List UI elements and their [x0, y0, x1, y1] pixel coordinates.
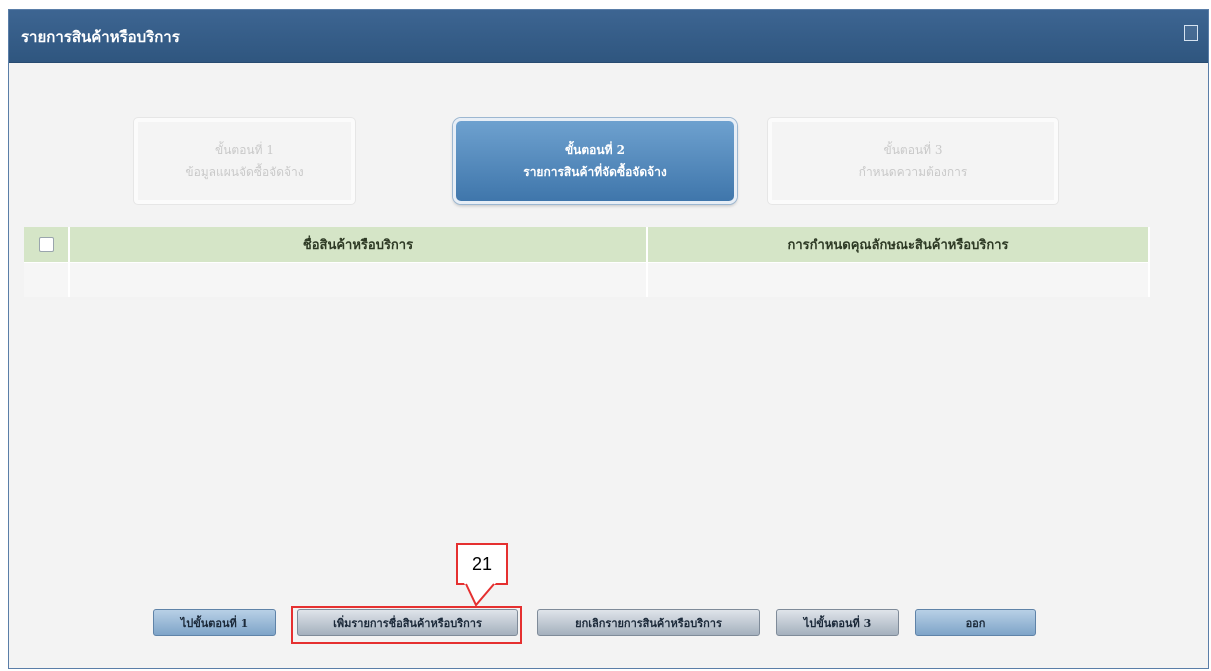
cancel-item-button[interactable]: ยกเลิกรายการสินค้าหรือบริการ — [537, 609, 760, 636]
step-2-tab[interactable]: ขั้นตอนที่ 2 รายการสินค้าที่จัดซื้อจัดจ้… — [453, 118, 737, 204]
add-item-button[interactable]: เพิ่มรายการชื่อสินค้าหรือบริการ — [297, 609, 518, 636]
table-header-row: ชื่อสินค้าหรือบริการ การกำหนดคุณลักษณะสิ… — [24, 227, 1150, 263]
go-step1-button[interactable]: ไปขั้นตอนที่ 1 — [153, 609, 276, 636]
items-table: ชื่อสินค้าหรือบริการ การกำหนดคุณลักษณะสิ… — [24, 227, 1150, 297]
step-1-subtitle: ข้อมูลแผนจัดซื้อจัดจ้าง — [185, 164, 304, 179]
dialog-window: รายการสินค้าหรือบริการ — [8, 9, 1209, 669]
table-cell — [69, 262, 648, 297]
maximize-icon[interactable] — [1184, 25, 1198, 41]
step-2-title: ขั้นตอนที่ 2 — [564, 142, 626, 157]
table-cell — [24, 262, 70, 297]
step-2-subtitle: รายการสินค้าที่จัดซื้อจัดจ้าง — [523, 164, 667, 179]
exit-button[interactable]: ออก — [915, 609, 1036, 636]
table-row — [24, 262, 1150, 297]
callout-pointer-icon — [464, 583, 496, 607]
column-header-name: ชื่อสินค้าหรือบริการ — [69, 227, 648, 263]
select-all-checkbox[interactable] — [38, 237, 54, 252]
step-3-title: ขั้นตอนที่ 3 — [883, 142, 943, 157]
select-all-cell — [24, 227, 70, 263]
go-step3-button[interactable]: ไปขั้นตอนที่ 3 — [776, 609, 899, 636]
window-title: รายการสินค้าหรือบริการ — [21, 28, 180, 46]
table-cell — [647, 262, 1150, 297]
window-titlebar: รายการสินค้าหรือบริการ — [9, 10, 1208, 63]
column-header-spec: การกำหนดคุณลักษณะสินค้าหรือบริการ — [647, 227, 1150, 263]
step-1-tab[interactable]: ขั้นตอนที่ 1 ข้อมูลแผนจัดซื้อจัดจ้าง — [134, 118, 355, 204]
step-3-subtitle: กำหนดความต้องการ — [858, 164, 968, 179]
step-callout: 21 — [456, 543, 508, 585]
step-3-tab[interactable]: ขั้นตอนที่ 3 กำหนดความต้องการ — [768, 118, 1058, 204]
step-1-title: ขั้นตอนที่ 1 — [215, 142, 274, 157]
